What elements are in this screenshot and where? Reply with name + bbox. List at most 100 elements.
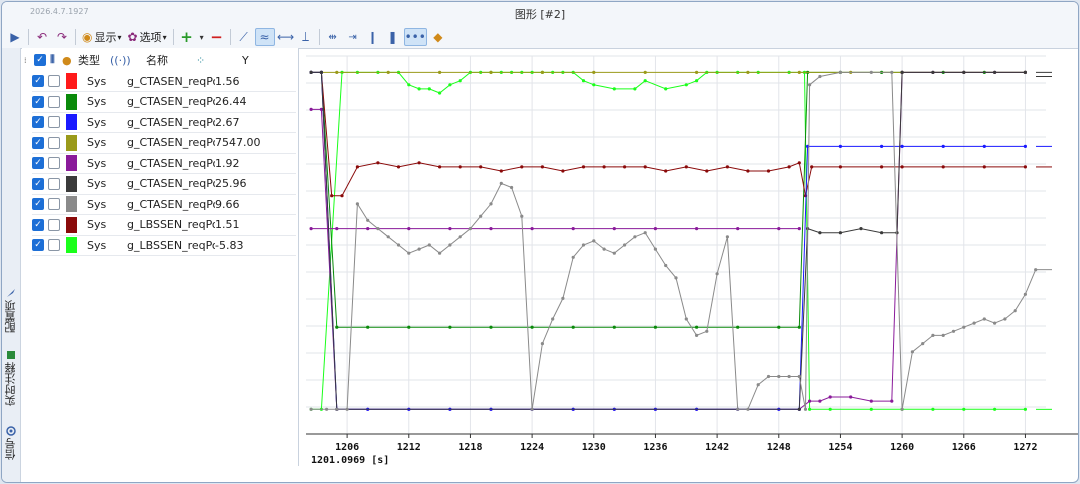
visible-checkbox[interactable]: ✓ bbox=[32, 198, 44, 210]
cursor-split-icon[interactable]: ⇹ bbox=[324, 28, 342, 46]
visible-checkbox[interactable]: ✓ bbox=[32, 177, 44, 190]
visible-checkbox[interactable]: ✓ bbox=[32, 239, 44, 251]
signal-row[interactable]: ✓ Sys g_CTASEN_reqPorts_9.66 bbox=[32, 194, 296, 215]
select-checkbox[interactable] bbox=[48, 177, 60, 190]
series-point bbox=[684, 317, 688, 321]
series-point bbox=[417, 87, 421, 91]
series-point bbox=[623, 165, 627, 169]
select-all-checkbox[interactable]: ✓ bbox=[34, 54, 46, 66]
fit-horizontal-icon[interactable]: ⟷ bbox=[277, 28, 295, 46]
double-bar-icon[interactable]: ❚ bbox=[384, 28, 402, 46]
color-swatch[interactable] bbox=[66, 237, 77, 253]
line-chart-icon[interactable]: ⟋ bbox=[235, 28, 253, 46]
side-tab-config[interactable]: 配置项 bbox=[3, 288, 19, 333]
signal-row[interactable]: ✓ Sys g_CTASEN_reqPorts_1.92 bbox=[32, 153, 296, 174]
signal-row[interactable]: ✓ Sys g_CTASEN_reqPorts_2.67 bbox=[32, 112, 296, 133]
side-tab-annotation[interactable]: 实时注释 bbox=[3, 350, 19, 406]
series-point bbox=[1023, 70, 1027, 74]
color-swatch[interactable] bbox=[66, 134, 77, 151]
series-point bbox=[309, 70, 313, 74]
series-point bbox=[890, 70, 894, 74]
visible-checkbox[interactable]: ✓ bbox=[32, 75, 44, 87]
color-swatch[interactable] bbox=[66, 216, 77, 233]
wave-chart-icon[interactable]: ≈ bbox=[254, 28, 275, 46]
signal-row[interactable]: ✓ Sys g_LBSSEN_reqPorts_-5.83 bbox=[32, 235, 296, 256]
select-checkbox[interactable] bbox=[48, 116, 60, 128]
signal-type: Sys bbox=[87, 177, 107, 190]
visible-checkbox[interactable]: ✓ bbox=[32, 136, 44, 149]
series-point bbox=[880, 165, 884, 169]
signal-value: 9.66 bbox=[215, 197, 240, 211]
series-point bbox=[571, 325, 575, 329]
series-point bbox=[900, 165, 904, 169]
toolbar-separator bbox=[318, 29, 320, 45]
select-checkbox[interactable] bbox=[48, 218, 60, 231]
add-signal-icon[interactable]: + bbox=[178, 28, 196, 46]
color-swatch[interactable] bbox=[66, 196, 77, 212]
dots-icon[interactable]: ••• bbox=[403, 28, 427, 46]
series-point bbox=[612, 325, 616, 329]
x-tick-label: 1206 bbox=[335, 442, 359, 453]
select-checkbox[interactable] bbox=[48, 239, 60, 251]
series-point bbox=[766, 374, 771, 379]
signal-value: 1.92 bbox=[215, 156, 240, 170]
select-checkbox[interactable] bbox=[48, 95, 60, 108]
color-swatch[interactable] bbox=[66, 93, 77, 110]
visible-checkbox[interactable]: ✓ bbox=[32, 95, 44, 108]
series-point bbox=[941, 144, 945, 148]
toolbar: ▶ ↶ ↷ ◉ 显示 ▾ ✿ 选项 ▾ + ▾ − ⟋ ≈ ⟷ ⟘ ⇹ ⇥ ❙ … bbox=[2, 26, 1078, 49]
y-column-header[interactable]: Y bbox=[242, 54, 262, 67]
color-swatch[interactable] bbox=[66, 73, 77, 89]
type-column-header[interactable]: 类型 bbox=[78, 52, 110, 68]
series-point bbox=[643, 231, 647, 235]
color-swatch[interactable] bbox=[66, 114, 77, 130]
color-swatch[interactable] bbox=[66, 155, 77, 171]
color-swatch[interactable] bbox=[66, 175, 77, 192]
series-point bbox=[448, 243, 452, 247]
undo-icon[interactable]: ↶ bbox=[33, 28, 51, 46]
signal-row[interactable]: ✓ Sys g_CTASEN_reqPorts_7547.00 bbox=[32, 133, 296, 154]
series-point bbox=[797, 227, 801, 231]
signal-type: Sys bbox=[87, 74, 107, 88]
cursor-icon[interactable]: ⇥ bbox=[344, 28, 362, 46]
select-checkbox[interactable] bbox=[48, 136, 60, 149]
toolbar-separator bbox=[172, 29, 174, 45]
series-point bbox=[448, 325, 452, 329]
series-point bbox=[592, 83, 596, 87]
visible-checkbox[interactable]: ✓ bbox=[32, 157, 44, 169]
x-tick-label: 1236 bbox=[643, 442, 667, 453]
remove-signal-icon[interactable]: − bbox=[208, 28, 226, 46]
series-point bbox=[766, 169, 771, 173]
series-point bbox=[540, 70, 544, 74]
select-checkbox[interactable] bbox=[48, 75, 60, 87]
display-menu-button[interactable]: ◉ 显示 ▾ bbox=[80, 28, 124, 46]
series-point bbox=[869, 399, 873, 403]
series-point bbox=[1003, 317, 1007, 321]
visible-checkbox[interactable]: ✓ bbox=[32, 218, 44, 231]
select-checkbox[interactable] bbox=[48, 198, 60, 210]
fit-vertical-icon[interactable]: ⟘ bbox=[297, 28, 315, 46]
plot-area[interactable]: 1206 1212 1218 1224 1230 1236 1242 1248 1254 1260… bbox=[306, 48, 1078, 464]
x-tick-label: 1260 bbox=[890, 442, 914, 453]
x-tick-label: 1242 bbox=[705, 442, 729, 453]
single-bar-icon[interactable]: ❙ bbox=[364, 28, 382, 46]
eraser-icon[interactable]: ◆ bbox=[429, 28, 447, 46]
options-menu-button[interactable]: ✿ 选项 ▾ bbox=[126, 28, 169, 46]
visible-checkbox[interactable]: ✓ bbox=[32, 116, 44, 128]
series-point bbox=[417, 247, 421, 251]
series-line bbox=[311, 71, 1026, 410]
signal-name: g_CTASEN_reqPorts_ bbox=[127, 74, 215, 88]
signal-row[interactable]: ✓ Sys g_LBSSEN_reqPorts_1.51 bbox=[32, 215, 296, 236]
signal-row[interactable]: ✓ Sys g_CTASEN_reqPorts_26.44 bbox=[32, 92, 296, 113]
x-tick-label: 1254 bbox=[828, 442, 852, 453]
signal-value: 2.67 bbox=[215, 115, 240, 129]
play-icon[interactable]: ▶ bbox=[6, 28, 24, 46]
side-tab-signal[interactable]: 信号 bbox=[3, 426, 19, 460]
signal-row[interactable]: ✓ Sys g_CTASEN_reqPorts_25.96 bbox=[32, 174, 296, 195]
select-checkbox[interactable] bbox=[48, 157, 60, 169]
signal-row[interactable]: ✓ Sys g_CTASEN_reqPorts_1.56 bbox=[32, 71, 296, 92]
name-column-header[interactable]: 名称 bbox=[146, 52, 194, 68]
redo-icon[interactable]: ↷ bbox=[53, 28, 71, 46]
chevron-down-icon[interactable]: ▾ bbox=[198, 28, 206, 46]
series-point bbox=[458, 165, 462, 169]
